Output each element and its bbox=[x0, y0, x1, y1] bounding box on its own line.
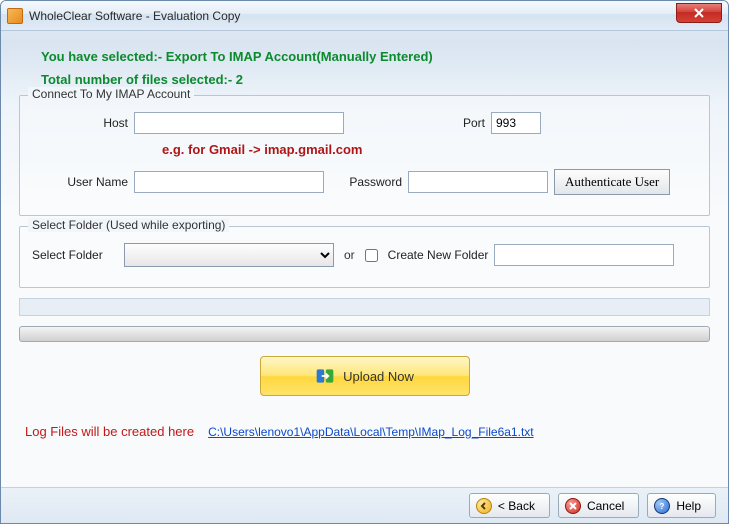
cancel-label: Cancel bbox=[587, 499, 624, 513]
password-input[interactable] bbox=[408, 171, 548, 193]
app-icon bbox=[7, 8, 23, 24]
help-icon: ? bbox=[654, 498, 670, 514]
file-count-line: Total number of files selected:- 2 bbox=[41, 72, 710, 87]
help-button[interactable]: ? Help bbox=[647, 493, 716, 518]
help-label: Help bbox=[676, 499, 701, 513]
port-input[interactable] bbox=[491, 112, 541, 134]
selected-export-line: You have selected:- Export To IMAP Accou… bbox=[41, 49, 710, 64]
footer-bar: < Back Cancel ? Help bbox=[1, 487, 728, 523]
authenticate-button[interactable]: Authenticate User bbox=[554, 169, 670, 195]
create-folder-checkbox[interactable] bbox=[365, 249, 378, 262]
host-label: Host bbox=[32, 116, 128, 130]
folder-select[interactable] bbox=[124, 243, 334, 267]
host-input[interactable] bbox=[134, 112, 344, 134]
status-strip bbox=[19, 298, 710, 316]
or-text: or bbox=[344, 248, 355, 262]
upload-button[interactable]: Upload Now bbox=[260, 356, 470, 396]
cancel-icon bbox=[565, 498, 581, 514]
svg-text:?: ? bbox=[660, 502, 665, 511]
back-icon bbox=[476, 498, 492, 514]
log-label: Log Files will be created here bbox=[25, 424, 194, 439]
imap-fieldset: Connect To My IMAP Account Host Port e.g… bbox=[19, 95, 710, 216]
titlebar: WholeClear Software - Evaluation Copy bbox=[1, 1, 728, 31]
back-button[interactable]: < Back bbox=[469, 493, 550, 518]
app-window: WholeClear Software - Evaluation Copy Yo… bbox=[0, 0, 729, 524]
log-path-link[interactable]: C:\Users\lenovo1\AppData\Local\Temp\IMap… bbox=[208, 425, 534, 439]
gmail-hint: e.g. for Gmail -> imap.gmail.com bbox=[162, 142, 697, 157]
port-label: Port bbox=[449, 116, 485, 130]
upload-icon bbox=[315, 366, 335, 386]
select-folder-label: Select Folder bbox=[32, 248, 118, 262]
folder-legend: Select Folder (Used while exporting) bbox=[28, 218, 229, 232]
username-input[interactable] bbox=[134, 171, 324, 193]
create-folder-label: Create New Folder bbox=[388, 248, 489, 262]
username-label: User Name bbox=[32, 175, 128, 189]
close-button[interactable] bbox=[676, 3, 722, 23]
close-icon bbox=[694, 8, 704, 18]
imap-legend: Connect To My IMAP Account bbox=[28, 87, 194, 101]
upload-label: Upload Now bbox=[343, 369, 414, 384]
cancel-button[interactable]: Cancel bbox=[558, 493, 639, 518]
content-area: You have selected:- Export To IMAP Accou… bbox=[1, 31, 728, 451]
progress-bar bbox=[19, 326, 710, 342]
password-label: Password bbox=[330, 175, 402, 189]
log-line: Log Files will be created here C:\Users\… bbox=[25, 424, 710, 439]
back-label: < Back bbox=[498, 499, 535, 513]
window-title: WholeClear Software - Evaluation Copy bbox=[29, 9, 240, 23]
folder-fieldset: Select Folder (Used while exporting) Sel… bbox=[19, 226, 710, 288]
create-folder-input[interactable] bbox=[494, 244, 674, 266]
